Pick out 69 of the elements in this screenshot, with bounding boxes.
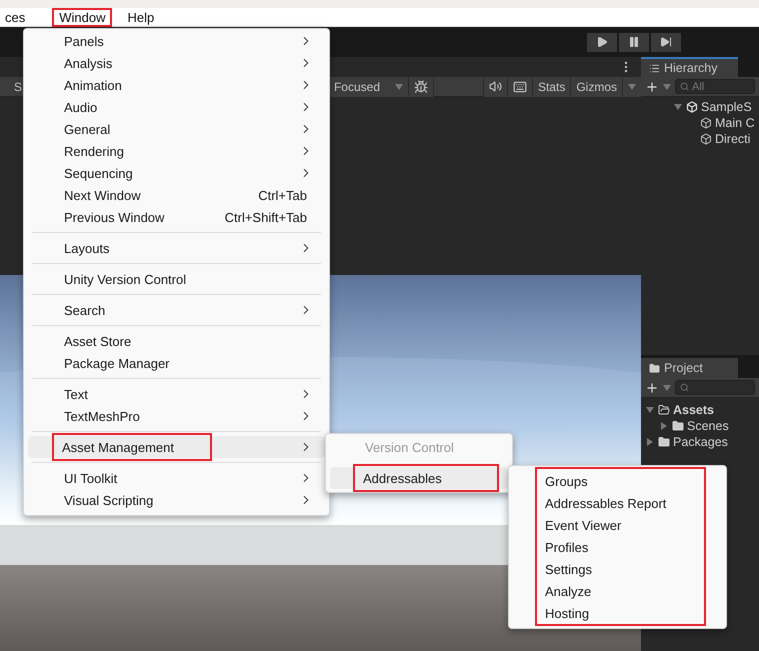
step-button[interactable]: [651, 32, 681, 52]
menu-item[interactable]: Visual Scripting: [28, 489, 325, 511]
toolbar-button[interactable]: Gizmos: [570, 76, 622, 96]
bug-button[interactable]: [408, 76, 433, 96]
add-icon[interactable]: [645, 80, 659, 94]
menu-item[interactable]: Settings: [537, 558, 704, 580]
search-icon: [680, 82, 689, 91]
folder-icon: [658, 436, 670, 448]
panel-tab[interactable]: Project: [641, 358, 738, 378]
play-button[interactable]: [587, 32, 617, 52]
play-icon: [596, 36, 608, 48]
panel-tab[interactable]: Hierarchy: [641, 57, 738, 77]
menu-item[interactable]: General: [28, 118, 325, 140]
menu-item[interactable]: Next Window Ctrl+Tab: [28, 184, 325, 206]
menu-item[interactable]: Audio: [28, 96, 325, 118]
menu-item[interactable]: Profiles: [537, 536, 704, 558]
speaker-icon: [488, 80, 502, 93]
menu-item[interactable]: Addressables: [330, 467, 508, 489]
bug-icon: [414, 80, 428, 94]
folder-icon: [672, 420, 684, 432]
search-field[interactable]: [675, 380, 755, 395]
menu-item[interactable]: Panels: [28, 30, 325, 52]
menu-item[interactable]: Package Manager: [28, 352, 325, 374]
tree-item[interactable]: Assets: [641, 402, 759, 418]
cube-icon: [700, 133, 712, 145]
menu-item[interactable]: Animation: [28, 74, 325, 96]
menu-bar-item[interactable]: Help: [120, 8, 162, 26]
menu-item[interactable]: Previous Window Ctrl+Shift+Tab: [28, 206, 325, 228]
cube-icon: [700, 117, 712, 129]
speaker-button[interactable]: [482, 76, 507, 96]
tree-item[interactable]: SampleS: [641, 99, 759, 115]
menu-item[interactable]: Analysis: [28, 52, 325, 74]
list-icon: [649, 62, 660, 74]
menu-bar-item[interactable]: Window: [52, 8, 112, 26]
keyboard-button[interactable]: [506, 76, 532, 96]
open-folder-icon: [658, 404, 670, 416]
tree-item[interactable]: Packages: [641, 434, 759, 450]
keyboard-icon: [512, 80, 527, 94]
menu-item[interactable]: Text: [28, 383, 325, 405]
tree-item[interactable]: Main C: [641, 115, 759, 131]
add-icon[interactable]: [645, 380, 659, 394]
toolbar-button[interactable]: Stats: [532, 76, 570, 96]
menu-item[interactable]: TextMeshPro: [28, 405, 325, 427]
tree-item[interactable]: Directi: [641, 131, 759, 147]
menu-item[interactable]: Groups: [537, 470, 704, 492]
pause-icon: [628, 36, 640, 48]
scene-tab-label: S: [13, 80, 24, 94]
menu-item[interactable]: Analyze: [537, 580, 704, 602]
pause-button[interactable]: [619, 32, 649, 52]
expand-arrow-icon[interactable]: [646, 407, 654, 413]
menu-item[interactable]: Event Viewer: [537, 514, 704, 536]
menu-item[interactable]: Unity Version Control: [28, 268, 325, 290]
dropdown-caret-icon[interactable]: [622, 76, 641, 96]
menu-item: Version Control: [364, 438, 455, 456]
menu-item[interactable]: Layouts: [28, 237, 325, 259]
menu-item[interactable]: Hosting: [537, 602, 704, 624]
menu-item[interactable]: UI Toolkit: [28, 467, 325, 489]
menu-item[interactable]: Asset Store: [28, 330, 325, 352]
tree-item[interactable]: Scenes: [641, 418, 759, 434]
menu-item[interactable]: Sequencing: [28, 162, 325, 184]
menu-item[interactable]: Asset Management: [28, 436, 325, 458]
menu-bar-item[interactable]: ces: [0, 8, 32, 26]
folder-icon: [649, 362, 660, 374]
menu-item[interactable]: Rendering: [28, 140, 325, 162]
expand-arrow-icon[interactable]: [674, 104, 682, 110]
menu-item[interactable]: Search: [28, 299, 325, 321]
menu-item[interactable]: Addressables Report: [537, 492, 704, 514]
search-icon: [680, 383, 689, 392]
step-icon: [660, 36, 672, 48]
